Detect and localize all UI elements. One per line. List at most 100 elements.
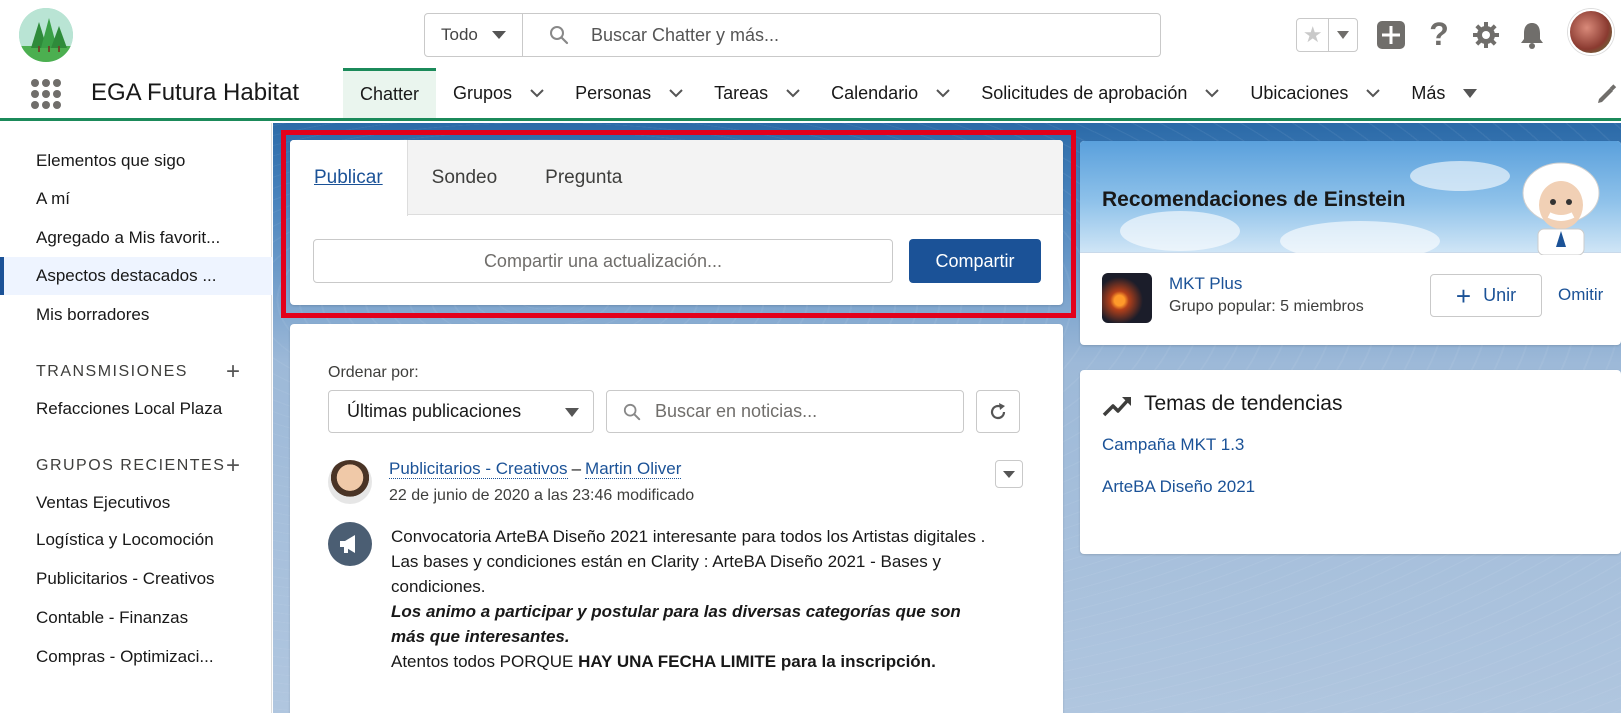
post-header: Publicitarios - Creativos – Martin Oliver <box>389 459 682 479</box>
chevron-down-icon[interactable] <box>786 88 800 98</box>
sidebar-item-group[interactable]: Logística y Locomoción <box>0 521 272 559</box>
share-update-input[interactable]: Compartir una actualización... <box>313 239 893 283</box>
sidebar-item-mis-borradores[interactable]: Mis borradores <box>0 296 272 334</box>
tab-label: Personas <box>575 82 652 103</box>
tab-personas[interactable]: Personas <box>558 68 697 118</box>
tab-ubicaciones[interactable]: Ubicaciones <box>1233 68 1394 118</box>
app-launcher-icon[interactable] <box>31 79 61 109</box>
sidebar-item-label: Mis borradores <box>36 305 150 324</box>
sidebar-item-label: Elementos que sigo <box>36 151 186 170</box>
tab-calendario[interactable]: Calendario <box>814 68 964 118</box>
search-placeholder: Buscar Chatter y más... <box>591 24 780 45</box>
star-icon[interactable]: ★ <box>1297 19 1328 51</box>
notifications-bell-icon[interactable] <box>1517 20 1547 50</box>
search-scope-label: Todo <box>441 25 478 44</box>
tab-label: Sondeo <box>431 166 498 188</box>
add-group-plus-icon[interactable]: + <box>226 454 240 478</box>
global-header: Todo Buscar Chatter y más... ★ ? <box>0 0 1621 68</box>
post-separator: – <box>571 459 582 478</box>
tab-publicar[interactable]: Publicar <box>290 140 408 216</box>
chevron-down-icon[interactable] <box>530 88 544 98</box>
tab-label: Calendario <box>831 82 919 103</box>
edit-nav-pencil-icon[interactable] <box>1596 83 1618 105</box>
sidebar-item-a-mi[interactable]: A mí <box>0 180 272 218</box>
card-title: Recomendaciones de Einstein <box>1102 188 1406 211</box>
einstein-character-icon <box>1522 162 1600 255</box>
feed-search-input[interactable]: Buscar en noticias... <box>606 390 964 433</box>
trending-topic-link[interactable]: ArteBA Diseño 2021 <box>1102 477 1255 497</box>
sort-value: Últimas publicaciones <box>347 401 522 421</box>
announcement-megaphone-icon <box>328 522 372 566</box>
add-stream-plus-icon[interactable]: + <box>226 360 240 384</box>
search-icon <box>623 403 641 420</box>
caret-down-icon <box>1463 88 1478 98</box>
org-logo[interactable] <box>19 8 73 62</box>
app-name: EGA Futura Habitat <box>91 79 300 106</box>
button-label: Unir <box>1483 285 1517 305</box>
post-author-link[interactable]: Martin Oliver <box>585 459 682 479</box>
recommended-group-image[interactable] <box>1102 273 1152 323</box>
tab-grupos[interactable]: Grupos <box>436 68 558 118</box>
tab-label: Más <box>1411 82 1446 103</box>
sidebar-item-label: Logística y Locomoción <box>36 530 214 549</box>
chevron-down-icon <box>491 31 506 39</box>
global-search: Todo Buscar Chatter y más... <box>424 13 1161 57</box>
trending-up-icon <box>1102 397 1131 417</box>
post-author-avatar[interactable] <box>328 460 372 504</box>
chevron-down-icon[interactable] <box>936 88 950 98</box>
tab-sondeo[interactable]: Sondeo <box>408 140 522 215</box>
tab-pregunta[interactable]: Pregunta <box>521 140 646 215</box>
sidebar-item-group[interactable]: Ventas Ejecutivos <box>0 484 272 522</box>
nav-tabs: Chatter Grupos Personas Tareas Calendari… <box>343 68 1491 118</box>
trending-topic-link[interactable]: Campaña MKT 1.3 <box>1102 435 1244 455</box>
help-icon[interactable]: ? <box>1427 16 1451 53</box>
post-group-link[interactable]: Publicitarios - Creativos <box>389 459 568 479</box>
plus-icon: + <box>1455 280 1472 311</box>
search-input[interactable]: Buscar Chatter y más... <box>523 14 1160 56</box>
favorites-button[interactable]: ★ <box>1296 17 1358 52</box>
sidebar-item-label: Ventas Ejecutivos <box>36 493 171 512</box>
sidebar-item-group[interactable]: Compras - Optimizaci... <box>0 638 272 676</box>
recommended-group-name[interactable]: MKT Plus <box>1169 274 1242 294</box>
tab-chatter[interactable]: Chatter <box>343 68 437 118</box>
post-line-emphasis: Los animo a participar y postular para l… <box>391 602 961 646</box>
sidebar-item-stream[interactable]: Refacciones Local Plaza <box>0 390 272 428</box>
sidebar-item-group[interactable]: Publicitarios - Creativos <box>0 560 272 598</box>
chevron-down-icon[interactable] <box>1205 88 1220 98</box>
einstein-header: Recomendaciones de Einstein <box>1080 141 1621 261</box>
sidebar-item-label: Agregado a Mis favorit... <box>36 228 221 247</box>
sidebar-item-label: Compras - Optimizaci... <box>36 647 214 666</box>
sidebar-item-aspectos-destacados[interactable]: Aspectos destacados ... <box>0 257 272 295</box>
sidebar-item-elementos-que-sigo[interactable]: Elementos que sigo <box>0 142 272 180</box>
tab-label: Publicar <box>314 167 383 188</box>
favorites-dropdown[interactable] <box>1328 18 1357 51</box>
chevron-down-icon[interactable] <box>669 88 683 98</box>
sidebar-item-agregado-a-mis-favoritos[interactable]: Agregado a Mis favorit... <box>0 219 272 257</box>
dismiss-recommendation-link[interactable]: Omitir <box>1558 285 1603 305</box>
tab-tareas[interactable]: Tareas <box>697 68 814 118</box>
sidebar-item-group[interactable]: Contable - Finanzas <box>0 599 272 637</box>
post-actions-menu[interactable] <box>995 460 1023 488</box>
share-button[interactable]: Compartir <box>909 239 1041 283</box>
tab-label: Chatter <box>360 84 420 104</box>
tab-label: Grupos <box>453 82 513 103</box>
streams-heading: TRANSMISIONES + <box>36 360 240 384</box>
post-line: Las bases y condiciones están en Clarity… <box>391 552 941 596</box>
tab-label: Solicitudes de aprobación <box>981 82 1188 103</box>
refresh-button[interactable] <box>976 390 1020 433</box>
join-group-button[interactable]: + Unir <box>1430 274 1542 317</box>
einstein-recommendations-card: Recomendaciones de Einstein MKT Plus Gru… <box>1080 141 1621 345</box>
tab-label: Pregunta <box>545 166 623 188</box>
refresh-icon <box>990 402 1006 419</box>
global-create-icon[interactable] <box>1375 19 1407 51</box>
tab-mas[interactable]: Más <box>1394 68 1491 118</box>
search-scope-select[interactable]: Todo <box>425 14 523 56</box>
sort-select[interactable]: Últimas publicaciones <box>328 390 594 433</box>
user-avatar[interactable] <box>1568 9 1614 55</box>
app-nav-bar: EGA Futura Habitat Chatter Grupos Person… <box>0 68 1621 121</box>
sidebar-item-label: Refacciones Local Plaza <box>36 399 223 418</box>
search-icon <box>550 26 569 45</box>
tab-solicitudes-de-aprobacion[interactable]: Solicitudes de aprobación <box>964 68 1233 118</box>
chevron-down-icon[interactable] <box>1366 88 1381 98</box>
setup-gear-icon[interactable] <box>1471 20 1501 50</box>
